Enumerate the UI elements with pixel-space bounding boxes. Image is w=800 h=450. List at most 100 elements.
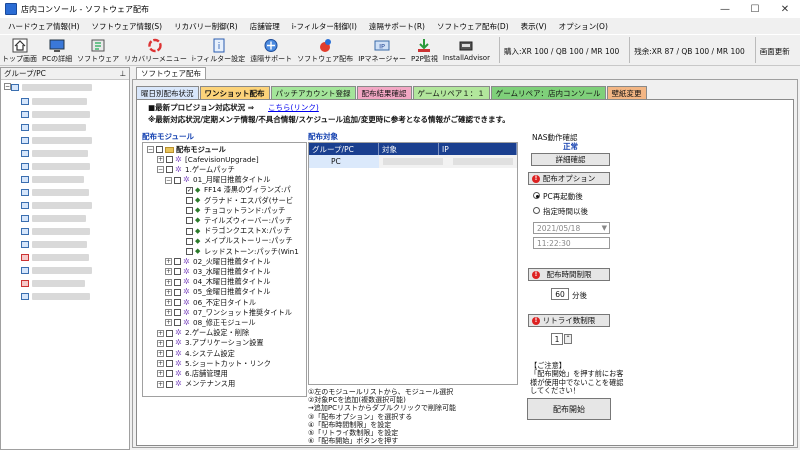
expand-icon[interactable]: + xyxy=(157,329,164,337)
module-checkbox[interactable] xyxy=(174,309,181,317)
module-checkbox[interactable] xyxy=(166,350,173,357)
expand-icon[interactable]: + xyxy=(157,380,164,388)
expand-icon[interactable]: + xyxy=(157,339,164,347)
subtab-oneshot[interactable]: ワンショット配布 xyxy=(199,86,270,99)
tree-node[interactable]: + ✲ 02_火曜日推薦タイトル xyxy=(165,257,270,266)
module-checkbox[interactable] xyxy=(156,146,163,153)
column-ip[interactable]: IP xyxy=(439,143,517,155)
tree-node[interactable]: ◆ テイルズウィーバー:パッチ xyxy=(177,216,293,225)
subtab-weekday-status[interactable]: 曜日別配布状況 xyxy=(136,86,199,99)
pc-item[interactable] xyxy=(21,214,86,223)
subtab-result[interactable]: 配布結果確認 xyxy=(356,86,412,99)
tree-node[interactable]: ◆ メイプルストーリー:パッチ xyxy=(177,236,293,246)
tree-node[interactable]: + ✲ [CafevisionUpgrade] xyxy=(157,155,259,164)
install-advisor-button[interactable]: InstallAdvisor xyxy=(443,37,490,62)
software-button[interactable]: ソフトウェア xyxy=(77,37,119,64)
minimize-icon[interactable]: — xyxy=(710,0,740,18)
remote-support-button[interactable]: 遠隔サポート xyxy=(250,37,292,64)
tree-node[interactable]: + ✲ 2.ゲーム設定・削除 xyxy=(157,328,249,338)
close-icon[interactable]: ✕ xyxy=(770,0,800,18)
expand-icon[interactable]: + xyxy=(165,268,172,276)
module-checkbox[interactable] xyxy=(174,176,181,184)
module-checkbox[interactable] xyxy=(186,227,193,235)
pc-item[interactable] xyxy=(21,292,90,301)
tree-node[interactable]: + ✲ 04_木曜日推薦タイトル xyxy=(165,277,270,287)
pc-item[interactable] xyxy=(21,266,92,275)
tree-node[interactable]: + ✲ 06_不定日タイトル xyxy=(165,298,256,307)
tree-node[interactable]: ✓ ◆ FF14 漆黒のヴィランズ:パ xyxy=(177,185,291,195)
expand-icon[interactable]: + xyxy=(165,288,172,296)
menu-hardware[interactable]: ハードウェア情報(H) xyxy=(2,21,86,32)
time-field[interactable]: 11:22:30 xyxy=(533,237,610,249)
date-field[interactable]: 2021/05/18 ▼ xyxy=(533,222,610,234)
provision-link[interactable]: こちら(リンク) xyxy=(268,103,319,112)
tree-collapse-icon[interactable]: − xyxy=(4,83,11,90)
tree-node[interactable]: − ✲ 01_月曜日推薦タイトル xyxy=(165,175,270,185)
pc-item[interactable] xyxy=(21,279,85,288)
module-checkbox[interactable] xyxy=(186,237,193,245)
module-checkbox[interactable] xyxy=(166,339,173,347)
module-checkbox[interactable] xyxy=(174,258,181,266)
calendar-dropdown-icon[interactable]: ▼ xyxy=(602,224,607,232)
pc-item[interactable] xyxy=(21,97,87,106)
pc-item[interactable] xyxy=(21,253,89,262)
p2p-monitor-button[interactable]: P2P監視 xyxy=(411,37,438,64)
collapse-icon[interactable]: − xyxy=(165,176,172,184)
module-checkbox[interactable]: ✓ xyxy=(186,186,193,194)
module-checkbox[interactable] xyxy=(166,360,173,368)
subtab-game-repair-1to1[interactable]: ゲームリペア１：１ xyxy=(412,86,490,99)
pc-item[interactable] xyxy=(21,201,92,210)
tree-node[interactable]: + ✲ 07_ワンショット推奨タイトル xyxy=(165,308,292,317)
radio-specified-time[interactable] xyxy=(533,207,540,214)
menu-distribution[interactable]: ソフトウェア配布(D) xyxy=(431,21,515,32)
tree-node[interactable]: + ✲ 3.アプリケーション設置 xyxy=(157,338,264,348)
module-checkbox[interactable] xyxy=(174,319,181,327)
subtab-patch-account[interactable]: パッチアカウント登録 xyxy=(270,86,356,99)
tree-node[interactable]: ◆ グラナド・エスパダ(サービ xyxy=(177,196,293,205)
module-checkbox[interactable] xyxy=(186,207,193,215)
pc-item[interactable] xyxy=(21,175,84,184)
menu-store[interactable]: 店舗管理 xyxy=(244,21,286,32)
module-checkbox[interactable] xyxy=(166,166,173,174)
tree-node[interactable]: + ✲ 03_水曜日推薦タイトル xyxy=(165,267,270,276)
pc-item[interactable] xyxy=(21,162,90,171)
pc-item[interactable] xyxy=(21,149,88,158)
column-target[interactable]: 対象 xyxy=(379,143,439,155)
expand-icon[interactable]: + xyxy=(165,299,172,306)
module-checkbox[interactable] xyxy=(166,156,173,164)
pc-item[interactable] xyxy=(21,188,89,197)
menu-software[interactable]: ソフトウェア情報(S) xyxy=(86,21,169,32)
module-checkbox[interactable] xyxy=(166,380,173,388)
module-checkbox[interactable] xyxy=(174,268,181,276)
ifilter-settings-button[interactable]: i i-フィルター設定 xyxy=(192,37,245,64)
tree-node[interactable]: ◆ レッドストーン:パッチ(Win1 xyxy=(177,247,299,256)
tree-node[interactable]: + ✲ 4.システム設定 xyxy=(157,349,235,358)
collapse-icon[interactable]: − xyxy=(147,146,154,153)
software-distribution-button[interactable]: ソフトウェア配布 xyxy=(297,37,353,64)
time-limit-input[interactable]: 60 xyxy=(551,288,569,300)
expand-icon[interactable]: + xyxy=(165,319,172,327)
expand-icon[interactable]: + xyxy=(157,156,164,164)
module-checkbox[interactable] xyxy=(166,370,173,378)
retry-limit-input[interactable]: 1 xyxy=(551,333,563,345)
expand-icon[interactable]: + xyxy=(157,370,164,378)
expand-icon[interactable]: + xyxy=(165,309,172,317)
retry-spinner-icon[interactable]: ⌃ xyxy=(564,334,572,344)
pc-item[interactable] xyxy=(21,123,86,132)
menu-ifilter[interactable]: i-フィルター制御(I) xyxy=(286,21,363,32)
expand-icon[interactable]: + xyxy=(165,278,172,286)
maximize-icon[interactable]: ☐ xyxy=(740,0,770,18)
recovery-menu-button[interactable]: リカバリーメニュー xyxy=(124,37,187,64)
column-group-pc[interactable]: グループ/PC xyxy=(309,143,379,155)
menu-remote[interactable]: 遠隔サポート(R) xyxy=(363,21,431,32)
module-checkbox[interactable] xyxy=(186,197,193,204)
radio-pc-restart[interactable] xyxy=(533,192,540,199)
expand-icon[interactable]: + xyxy=(165,258,172,266)
collapse-icon[interactable]: − xyxy=(157,166,164,174)
menu-recovery[interactable]: リカバリー制御(R) xyxy=(168,21,244,32)
expand-icon[interactable]: + xyxy=(157,350,164,357)
module-checkbox[interactable] xyxy=(174,299,181,306)
pc-item[interactable] xyxy=(21,227,90,236)
module-checkbox[interactable] xyxy=(166,329,173,337)
table-row[interactable]: PC xyxy=(309,155,517,168)
